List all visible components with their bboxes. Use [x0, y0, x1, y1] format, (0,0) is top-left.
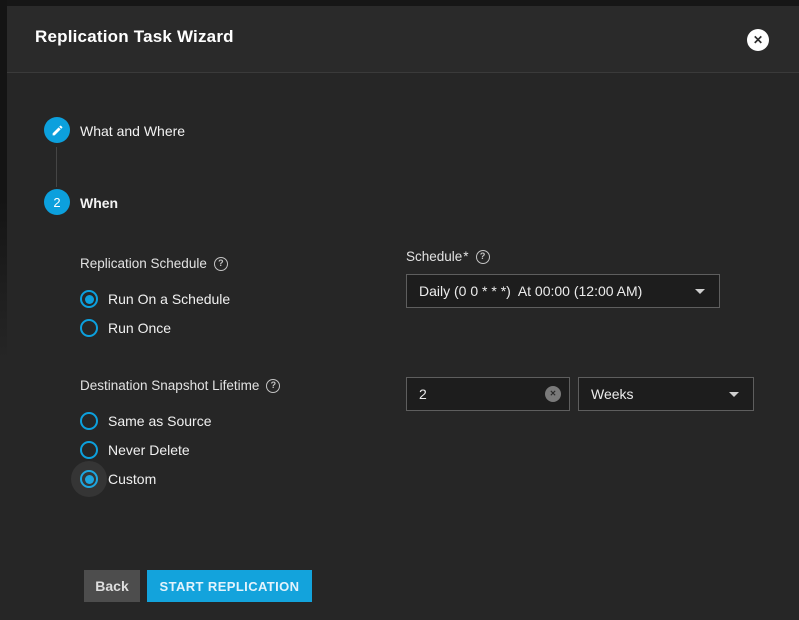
schedule-label-text: Schedule*: [406, 249, 469, 264]
help-glyph: ?: [480, 252, 486, 261]
replication-schedule-label-text: Replication Schedule: [80, 256, 207, 271]
close-icon[interactable]: ✕: [747, 29, 769, 51]
step-2-number: 2: [53, 195, 60, 210]
radio-button-icon: [80, 470, 98, 488]
step-1-label[interactable]: What and Where: [80, 123, 185, 139]
clear-input-icon[interactable]: ✕: [545, 386, 561, 402]
radio-run-on-a-schedule[interactable]: Run On a Schedule: [80, 290, 230, 308]
radio-same-as-source[interactable]: Same as Source: [80, 412, 212, 430]
radio-label: Never Delete: [108, 442, 190, 458]
dialog-header: Replication Task Wizard ✕: [7, 6, 799, 72]
radio-label: Run On a Schedule: [108, 291, 230, 307]
radio-button-icon: [80, 441, 98, 459]
schedule-field-label: Schedule* ?: [406, 249, 490, 264]
help-glyph: ?: [271, 381, 277, 390]
help-icon[interactable]: ?: [266, 379, 280, 393]
lifetime-unit-value: Weeks: [579, 386, 634, 402]
step-connector-line: [56, 147, 57, 187]
schedule-select-value: Daily (0 0 * * *) At 00:00 (12:00 AM): [407, 283, 642, 299]
required-marker: *: [463, 249, 468, 264]
help-icon[interactable]: ?: [214, 257, 228, 271]
dialog-title: Replication Task Wizard: [35, 27, 234, 47]
schedule-select[interactable]: Daily (0 0 * * *) At 00:00 (12:00 AM): [406, 274, 720, 308]
pencil-icon: [51, 124, 64, 137]
backdrop-edge-left: [0, 0, 7, 360]
chevron-down-icon: [729, 392, 739, 397]
lifetime-value-input[interactable]: 2 ✕: [406, 377, 570, 411]
chevron-down-icon: [695, 289, 705, 294]
back-button[interactable]: Back: [84, 570, 140, 602]
help-icon[interactable]: ?: [476, 250, 490, 264]
replication-schedule-label: Replication Schedule ?: [80, 256, 228, 271]
step-1-indicator[interactable]: [44, 117, 70, 143]
radio-button-icon: [80, 319, 98, 337]
start-replication-button[interactable]: START REPLICATION: [147, 570, 312, 602]
step-2-label[interactable]: When: [80, 195, 118, 211]
help-glyph: ?: [218, 259, 224, 268]
radio-label: Run Once: [108, 320, 171, 336]
radio-button-icon: [80, 290, 98, 308]
clear-x-glyph: ✕: [550, 390, 557, 398]
lifetime-value-text: 2: [407, 386, 427, 402]
radio-custom[interactable]: Custom: [80, 470, 156, 488]
close-x-glyph: ✕: [753, 34, 763, 46]
lifetime-label-text: Destination Snapshot Lifetime: [80, 378, 259, 393]
header-divider: [7, 72, 799, 73]
radio-run-once[interactable]: Run Once: [80, 319, 171, 337]
lifetime-unit-select[interactable]: Weeks: [578, 377, 754, 411]
radio-button-icon: [80, 412, 98, 430]
radio-never-delete[interactable]: Never Delete: [80, 441, 190, 459]
radio-label: Same as Source: [108, 413, 212, 429]
radio-label: Custom: [108, 471, 156, 487]
lifetime-label: Destination Snapshot Lifetime ?: [80, 378, 280, 393]
step-2-indicator[interactable]: 2: [44, 189, 70, 215]
